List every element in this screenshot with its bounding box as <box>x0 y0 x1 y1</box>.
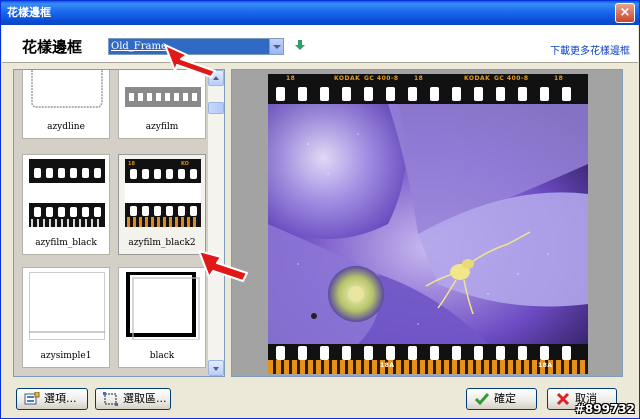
title-bar[interactable]: 花樣邊框 × <box>1 1 639 25</box>
watermark: #899732 <box>574 402 635 416</box>
film-text: 18 <box>554 75 564 82</box>
frame-preview-image <box>29 159 105 227</box>
window-title: 花樣邊框 <box>7 6 51 19</box>
thumbnail-azysimple1[interactable]: azysimple1 <box>22 267 110 368</box>
film-text: GC 400-8 <box>494 75 529 82</box>
thumbnail-azyfilm[interactable]: azyfilm <box>118 70 206 139</box>
film-text: KODAK <box>464 75 491 82</box>
ok-label: 確定 <box>494 392 516 405</box>
options-label: 選項... <box>44 392 77 405</box>
thumbnail-label: azyfilm_black2 <box>128 238 196 248</box>
film-text: 18A <box>380 362 395 369</box>
svg-text:KO: KO <box>181 161 189 167</box>
thumbnail-label: azysimple1 <box>40 351 92 361</box>
frame-preview-image <box>29 272 105 340</box>
flower-photo <box>268 104 588 344</box>
film-text: KODAK <box>334 75 361 82</box>
header: 花樣邊框 Old_Frame 下載更多花樣邊框 <box>2 25 638 63</box>
svg-text:18: 18 <box>128 161 135 167</box>
download-arrow-icon[interactable] <box>294 39 306 51</box>
frame-preview-panel: 18 KODAK GC 400-8 18 KODAK GC 400-8 18 1… <box>231 69 623 377</box>
film-strip-top: 18 KODAK GC 400-8 18 KODAK GC 400-8 18 <box>268 74 588 104</box>
film-text: 18 <box>414 75 424 82</box>
frame-preview-image <box>125 272 201 340</box>
chevron-down-icon[interactable] <box>269 39 283 54</box>
thumbnail-scrollbar[interactable] <box>208 70 224 376</box>
select-area-label: 選取區... <box>123 392 167 405</box>
close-icon[interactable]: × <box>615 3 635 23</box>
thumbnail-black[interactable]: black <box>118 267 206 368</box>
film-text: 18 <box>286 75 296 82</box>
frame-preview-image: 18 KO <box>125 159 201 227</box>
film-strip-bottom: 18A 18A <box>268 344 588 374</box>
scroll-thumb[interactable] <box>208 102 224 114</box>
page-title: 花樣邊框 <box>22 38 83 56</box>
framed-photo: 18 KODAK GC 400-8 18 KODAK GC 400-8 18 1… <box>268 74 588 374</box>
thumbnail-label: azyfilm_black <box>35 238 97 248</box>
frame-preview-image <box>29 70 105 111</box>
more-frames-link[interactable]: 下載更多花樣邊框 <box>550 42 630 57</box>
ok-button[interactable]: 確定 <box>466 388 537 410</box>
x-icon <box>555 392 571 406</box>
options-icon <box>24 391 40 406</box>
annotation-arrow-icon <box>164 44 216 78</box>
annotation-arrow-icon <box>198 250 248 282</box>
select-area-button[interactable]: 選取區... <box>95 388 171 410</box>
select-area-icon <box>103 392 119 406</box>
frame-thumbnail-list[interactable]: azydline azyfilm azyfilm_black 18 KO azy… <box>13 69 225 377</box>
scroll-down-icon[interactable] <box>208 360 224 376</box>
thumbnail-azyfilm-black[interactable]: azyfilm_black <box>22 154 110 255</box>
film-text: 18A <box>538 362 553 369</box>
frame-dialog: 花樣邊框 × 花樣邊框 Old_Frame 下載更多花樣邊框 azydline <box>0 0 640 419</box>
thumbnail-label: azyfilm <box>145 122 179 132</box>
film-text: GC 400-8 <box>364 75 399 82</box>
thumbnail-label: azydline <box>47 122 85 132</box>
thumbnail-label: black <box>149 351 175 361</box>
checkmark-icon <box>474 392 490 406</box>
thumbnail-azyfilm-black2[interactable]: 18 KO azyfilm_black2 <box>118 154 206 255</box>
options-button[interactable]: 選項... <box>16 388 88 410</box>
thumbnail-azydline[interactable]: azydline <box>22 70 110 139</box>
